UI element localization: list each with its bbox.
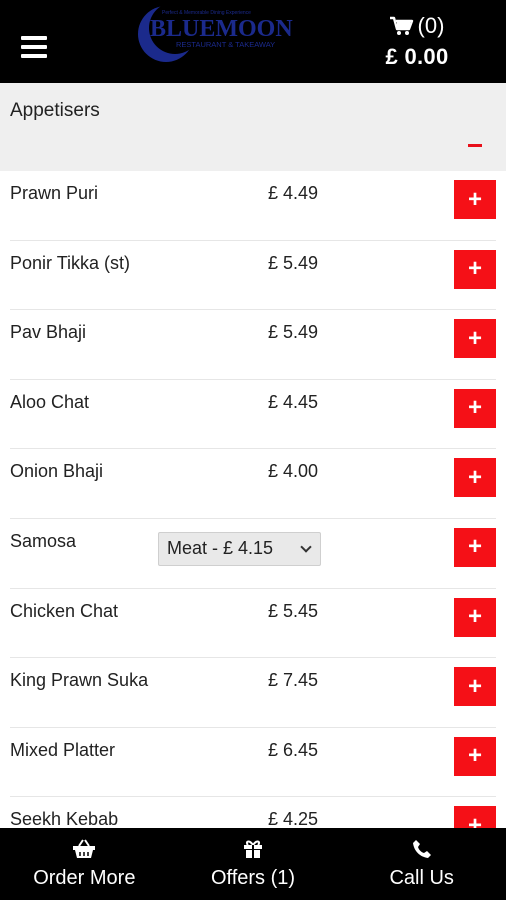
add-to-cart-button[interactable]: +	[454, 597, 496, 637]
plus-icon: +	[467, 394, 482, 422]
bluemoon-logo[interactable]: Perfect & Memorable Dining Experience BL…	[128, 4, 303, 70]
menu-item: Prawn Puri £ 4.49 +	[10, 171, 496, 241]
bottom-nav: Order More Offers (1) Call Us	[0, 828, 506, 900]
plus-icon: +	[467, 811, 482, 828]
basket-icon	[73, 839, 96, 858]
cart-button[interactable]: (0) £ 0.00	[372, 12, 462, 72]
menu-item: Aloo Chat £ 4.45 +	[10, 380, 496, 450]
menu-item: Onion Bhaji £ 4.00 +	[10, 449, 496, 519]
menu-item: Seekh Kebab £ 4.25 +	[10, 797, 496, 828]
item-name: Onion Bhaji	[10, 461, 104, 482]
chevron-down-icon	[300, 541, 312, 553]
item-price: £ 4.00	[268, 461, 319, 482]
menu-item: Pav Bhaji £ 5.49 +	[10, 310, 496, 380]
order-more-label: Order More	[33, 867, 136, 889]
plus-icon: +	[467, 463, 482, 491]
call-us-button[interactable]: Call Us	[337, 828, 506, 900]
logo-subtitle: RESTAURANT & TAKEAWAY	[176, 40, 275, 49]
plus-icon: +	[467, 603, 482, 631]
logo-name: BLUEMOON	[150, 16, 293, 42]
menu-item: King Prawn Suka £ 7.45 +	[10, 658, 496, 728]
cart-total: £ 0.00	[385, 44, 449, 69]
variant-value: Meat - £ 4.15	[167, 538, 274, 559]
menu-item-list: Prawn Puri £ 4.49 + Ponir Tikka (st) £ 5…	[0, 171, 506, 828]
app-header: Perfect & Memorable Dining Experience BL…	[0, 0, 506, 83]
menu-item: Chicken Chat £ 5.45 +	[10, 589, 496, 659]
add-to-cart-button[interactable]: +	[454, 806, 496, 828]
item-price: £ 7.45	[268, 670, 319, 691]
plus-icon: +	[467, 185, 482, 213]
item-name: Samosa	[10, 530, 77, 551]
gift-icon	[244, 840, 262, 858]
item-name: Pav Bhaji	[10, 322, 87, 343]
phone-icon	[412, 840, 431, 858]
add-to-cart-button[interactable]: +	[454, 458, 496, 498]
item-name: Ponir Tikka (st)	[10, 252, 131, 273]
menu-item: Samosa Meat - £ 4.15 +	[10, 519, 496, 589]
category-title: Appetisers	[10, 100, 100, 121]
add-to-cart-button[interactable]: +	[454, 180, 496, 219]
menu-item: Ponir Tikka (st) £ 5.49 +	[10, 241, 496, 311]
item-price: £ 6.45	[268, 739, 319, 760]
category-header[interactable]: Appetisers	[0, 83, 506, 171]
item-price: £ 5.49	[268, 252, 319, 273]
cart-count: (0)	[417, 13, 445, 38]
add-to-cart-button[interactable]: +	[454, 249, 496, 289]
plus-icon: +	[467, 742, 482, 770]
item-price: £ 5.49	[268, 322, 319, 343]
add-to-cart-button[interactable]: +	[454, 388, 496, 428]
item-price: £ 4.49	[268, 183, 319, 203]
add-to-cart-button[interactable]: +	[454, 736, 496, 776]
plus-icon: +	[467, 533, 482, 561]
offers-button[interactable]: Offers (1)	[169, 828, 338, 900]
item-name: King Prawn Suka	[10, 670, 149, 691]
add-to-cart-button[interactable]: +	[454, 667, 496, 707]
plus-icon: +	[467, 255, 482, 283]
cart-icon	[389, 16, 413, 35]
item-price: £ 5.45	[268, 600, 319, 621]
variant-select[interactable]: Meat - £ 4.15	[158, 531, 321, 566]
collapse-icon[interactable]	[468, 144, 482, 147]
plus-icon: +	[467, 324, 482, 352]
item-name: Aloo Chat	[10, 391, 90, 412]
add-to-cart-button[interactable]: +	[454, 527, 496, 567]
item-name: Chicken Chat	[10, 600, 119, 621]
menu-icon[interactable]	[21, 36, 47, 58]
item-price: £ 4.25	[268, 809, 319, 828]
call-us-label: Call Us	[389, 867, 454, 889]
add-to-cart-button[interactable]: +	[454, 319, 496, 359]
offers-label: Offers (1)	[210, 867, 296, 889]
plus-icon: +	[467, 672, 482, 700]
item-price: £ 4.45	[268, 391, 319, 412]
menu-item: Mixed Platter £ 6.45 +	[10, 728, 496, 798]
item-name: Seekh Kebab	[10, 809, 119, 828]
item-name: Mixed Platter	[10, 739, 116, 760]
order-more-button[interactable]: Order More	[0, 828, 169, 900]
item-name: Prawn Puri	[10, 183, 99, 203]
